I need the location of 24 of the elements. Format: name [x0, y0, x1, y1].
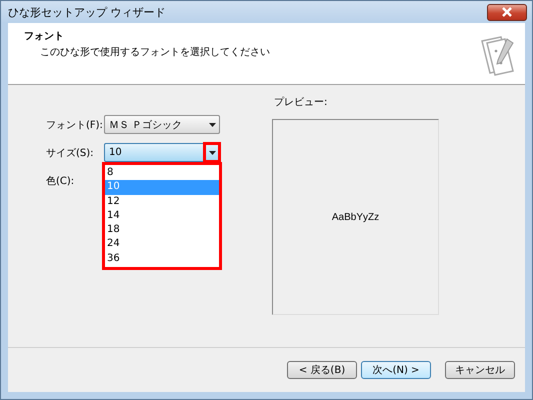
- preview-label: プレビュー:: [274, 96, 328, 109]
- wizard-button[interactable]: キャンセル: [445, 361, 515, 379]
- field-label: サイズ(S):: [46, 146, 95, 160]
- dropdown-field[interactable]: 10: [104, 143, 220, 162]
- page-description: このひな形で使用するフォントを選択してください: [39, 46, 270, 59]
- list-option[interactable]: 18: [105, 223, 219, 238]
- wizard-button[interactable]: 次へ(N) >: [361, 361, 431, 379]
- list-option[interactable]: 8: [105, 166, 219, 180]
- list-option[interactable]: 36: [105, 252, 219, 266]
- list-option[interactable]: 14: [105, 208, 219, 224]
- page-heading: フォント: [24, 30, 65, 43]
- dropdown-field[interactable]: ＭＳ Ｐゴシック: [104, 115, 220, 134]
- field-label: フォント(F):: [46, 118, 104, 132]
- list-option[interactable]: 12: [105, 194, 219, 209]
- preview-sample-text: AaBbYyZz: [332, 212, 380, 222]
- close-button[interactable]: [487, 4, 527, 20]
- caret-icon: [208, 150, 216, 154]
- wizard-button[interactable]: < 戻る(B): [287, 361, 357, 379]
- caret-icon: [208, 122, 216, 126]
- close-icon: [501, 7, 513, 17]
- window-title: ひな形セットアップ ウィザード: [8, 4, 166, 20]
- document-pencil-icon: [479, 33, 517, 77]
- list-option[interactable]: 24: [105, 237, 219, 252]
- field-label: 色(C):: [46, 174, 76, 188]
